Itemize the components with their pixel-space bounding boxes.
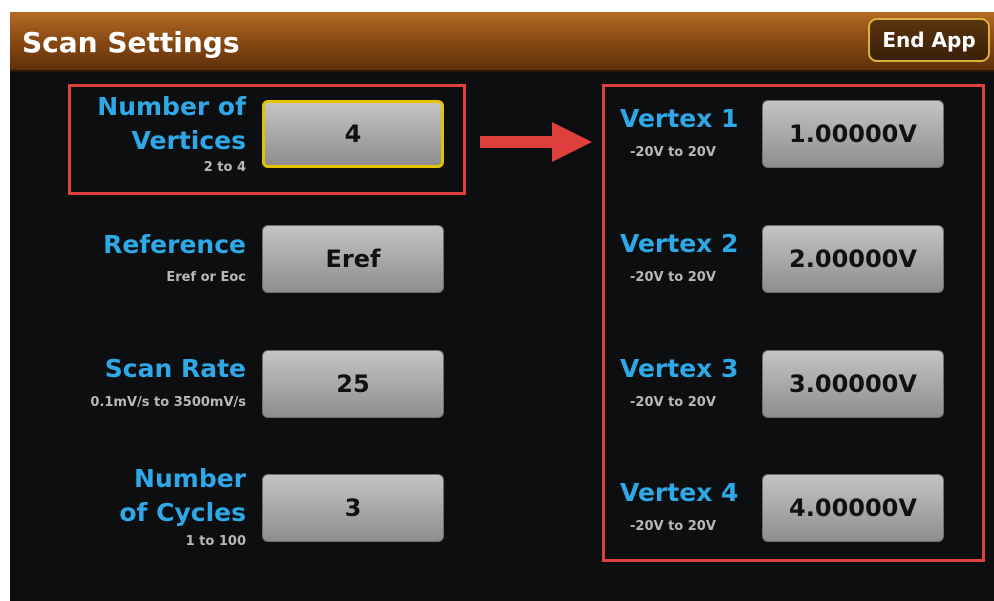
scan-rate-range: 0.1mV/s to 3500mV/s [90, 395, 246, 410]
label-line: Reference [103, 230, 246, 259]
title-bar: Scan Settings End App [10, 12, 994, 72]
scan-rate-button[interactable]: 25 [262, 350, 444, 418]
label-line: of Cycles [119, 498, 246, 527]
end-app-button[interactable]: End App [868, 18, 990, 62]
page-title: Scan Settings [22, 26, 240, 59]
reference-label: Reference [70, 228, 246, 262]
app-screen: Scan Settings End App Number of Vertices… [10, 12, 994, 601]
vertices-highlight-box [68, 84, 466, 195]
reference-range: Eref or Eoc [166, 270, 246, 285]
label-line: Scan Rate [104, 354, 246, 383]
number-of-cycles-button[interactable]: 3 [262, 474, 444, 542]
arrow-right-icon [480, 122, 592, 162]
number-of-cycles-label: Number of Cycles [70, 462, 246, 530]
reference-button[interactable]: Eref [262, 225, 444, 293]
label-line: Number [134, 464, 246, 493]
vertex-values-highlight-box [602, 84, 985, 562]
number-of-cycles-range: 1 to 100 [185, 534, 246, 549]
scan-rate-label: Scan Rate [50, 352, 246, 386]
